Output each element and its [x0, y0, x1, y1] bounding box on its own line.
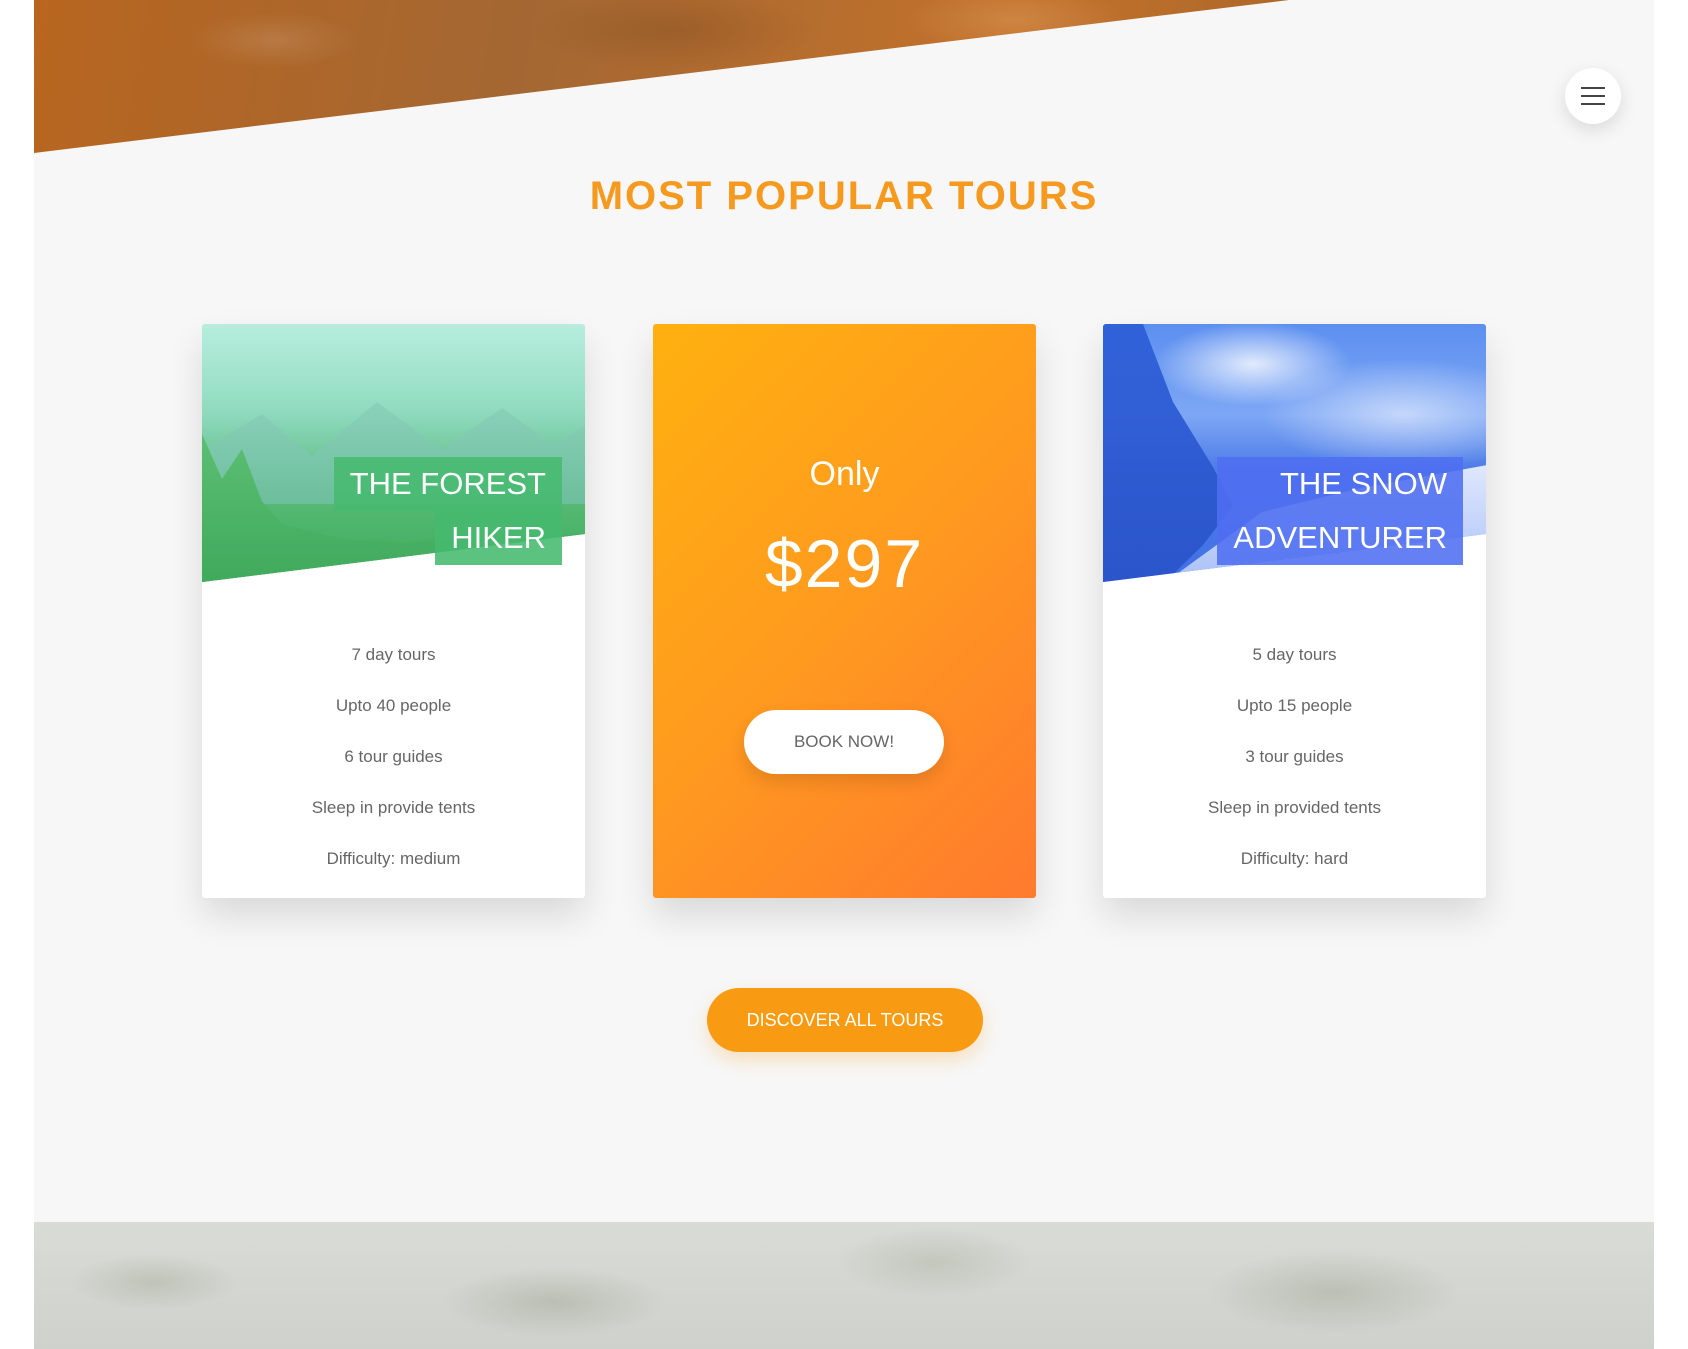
tour-card-forest-hiker: THE FOREST HIKER 7 day tours Upto 40 peo…: [202, 324, 585, 898]
hamburger-menu-icon: [1581, 87, 1605, 105]
menu-button[interactable]: [1565, 68, 1621, 124]
feature-item: Sleep in provide tents: [311, 798, 476, 817]
feature-item: Difficulty: hard: [1240, 849, 1349, 868]
book-now-button[interactable]: BOOK NOW!: [744, 710, 944, 774]
feature-item: Sleep in provided tents: [1208, 798, 1381, 817]
feature-item: 3 tour guides: [1245, 747, 1344, 766]
hero-background-image: [34, 0, 1289, 153]
feature-item: 7 day tours: [351, 645, 436, 664]
feature-item: 6 tour guides: [344, 747, 443, 766]
card-title-line1: THE FOREST: [333, 457, 562, 511]
feature-item: Upto 15 people: [1236, 696, 1353, 715]
card-title-line1: THE SNOW: [1217, 457, 1463, 511]
feature-list: 5 day tours Upto 15 people 3 tour guides…: [1103, 629, 1486, 884]
price-value: $297: [764, 526, 925, 602]
price-only-label: Only: [809, 455, 880, 493]
tour-card-snow-adventurer: THE SNOW ADVENTURER 5 day tours Upto 15 …: [1103, 324, 1486, 898]
feature-item: Upto 40 people: [335, 696, 452, 715]
price-card: Only $297 BOOK NOW!: [653, 324, 1036, 898]
card-title-line2: ADVENTURER: [1217, 511, 1463, 565]
discover-all-tours-button[interactable]: DISCOVER ALL TOURS: [707, 988, 983, 1052]
feature-item: Difficulty: medium: [326, 849, 461, 868]
section-title: MOST POPULAR TOURS: [589, 174, 1099, 218]
page: MOST POPULAR TOURS THE FOREST HIKER 7 da…: [34, 0, 1654, 1349]
card-title: THE FOREST HIKER: [333, 457, 562, 565]
feature-item: 5 day tours: [1252, 645, 1337, 664]
feature-list: 7 day tours Upto 40 people 6 tour guides…: [202, 629, 585, 884]
card-title: THE SNOW ADVENTURER: [1217, 457, 1463, 565]
footer-background-image: [34, 1222, 1654, 1349]
card-title-line2: HIKER: [435, 511, 562, 565]
